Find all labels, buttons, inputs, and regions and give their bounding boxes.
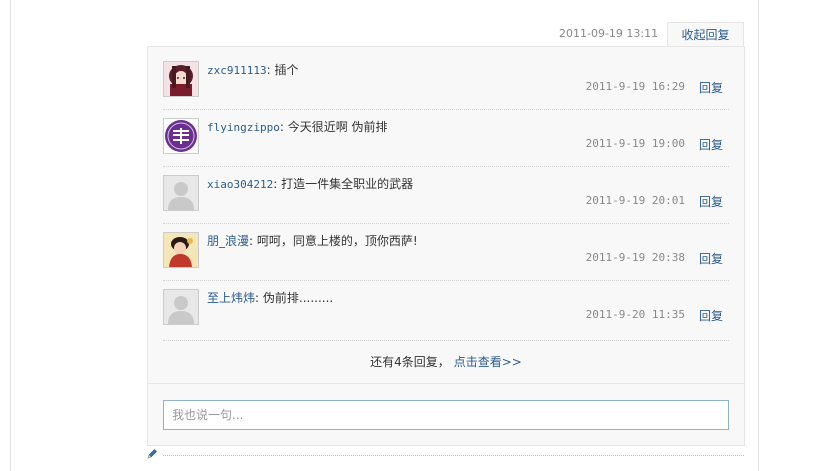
reply-time: 2011-9-19 20:01 bbox=[585, 194, 685, 207]
reply-button[interactable]: 回复 bbox=[699, 250, 723, 267]
user-avatar[interactable] bbox=[163, 289, 199, 325]
user-avatar[interactable] bbox=[163, 175, 199, 211]
reply-item: flyingzippo: 今天很近啊 伪前排 2011-9-19 19:00 回… bbox=[163, 110, 729, 167]
reply-button[interactable]: 回复 bbox=[699, 307, 723, 324]
anime-avatar-icon bbox=[164, 62, 198, 96]
reply-button[interactable]: 回复 bbox=[699, 136, 723, 153]
reply-time: 2011-9-19 16:29 bbox=[585, 80, 685, 93]
default-avatar-icon bbox=[164, 290, 198, 324]
reply-username[interactable]: zxc911113 bbox=[207, 64, 267, 77]
comment-input[interactable] bbox=[163, 400, 729, 430]
reply-time: 2011-9-19 20:38 bbox=[585, 251, 685, 264]
post-timestamp: 2011-09-19 13:11 bbox=[559, 27, 659, 40]
user-avatar[interactable] bbox=[163, 61, 199, 97]
character-avatar-icon bbox=[164, 233, 198, 267]
pencil-icon bbox=[147, 449, 157, 459]
reply-item: 朋_浪漫: 呵呵，同意上楼的，顶你西萨! 2011-9-19 20:38 回复 bbox=[163, 224, 729, 281]
reply-button[interactable]: 回复 bbox=[699, 79, 723, 96]
reply-username[interactable]: xiao304212 bbox=[207, 178, 273, 191]
reply-text: 插个 bbox=[274, 63, 299, 77]
reply-item: 至上炜炜: 伪前排......... 2011-9-20 11:35 回复 bbox=[163, 281, 729, 341]
user-avatar[interactable] bbox=[163, 232, 199, 268]
footer-divider bbox=[163, 455, 744, 456]
reply-text: 打造一件集全职业的武器 bbox=[281, 177, 414, 191]
reply-text: 呵呵，同意上楼的，顶你西萨! bbox=[256, 234, 418, 248]
reply-username[interactable]: 朋_浪漫 bbox=[207, 234, 249, 248]
default-avatar-icon bbox=[164, 176, 198, 210]
reply-username[interactable]: 至上炜炜 bbox=[207, 291, 255, 305]
reply-text: 伪前排......... bbox=[262, 291, 334, 305]
more-replies-text: 还有4条回复， bbox=[370, 355, 450, 369]
reply-button[interactable]: 回复 bbox=[699, 193, 723, 210]
divider bbox=[148, 383, 744, 384]
reply-item: zxc911113: 插个 2011-9-19 16:29 回复 bbox=[163, 53, 729, 110]
user-avatar[interactable] bbox=[163, 118, 199, 154]
reply-username[interactable]: flyingzippo bbox=[207, 121, 280, 134]
reply-time: 2011-9-20 11:35 bbox=[585, 308, 685, 321]
reply-panel: zxc911113: 插个 2011-9-19 16:29 回复 flyingz… bbox=[147, 46, 745, 446]
purple-badge-avatar-icon bbox=[164, 119, 198, 153]
reply-item: xiao304212: 打造一件集全职业的武器 2011-9-19 20:01 … bbox=[163, 167, 729, 224]
reply-text: 今天很近啊 伪前排 bbox=[287, 120, 388, 134]
collapse-replies-button[interactable]: 收起回复 bbox=[667, 22, 744, 47]
more-replies-row: 还有4条回复， 点击查看>> bbox=[148, 353, 744, 370]
reply-time: 2011-9-19 19:00 bbox=[585, 137, 685, 150]
view-more-link[interactable]: 点击查看>> bbox=[454, 355, 522, 369]
